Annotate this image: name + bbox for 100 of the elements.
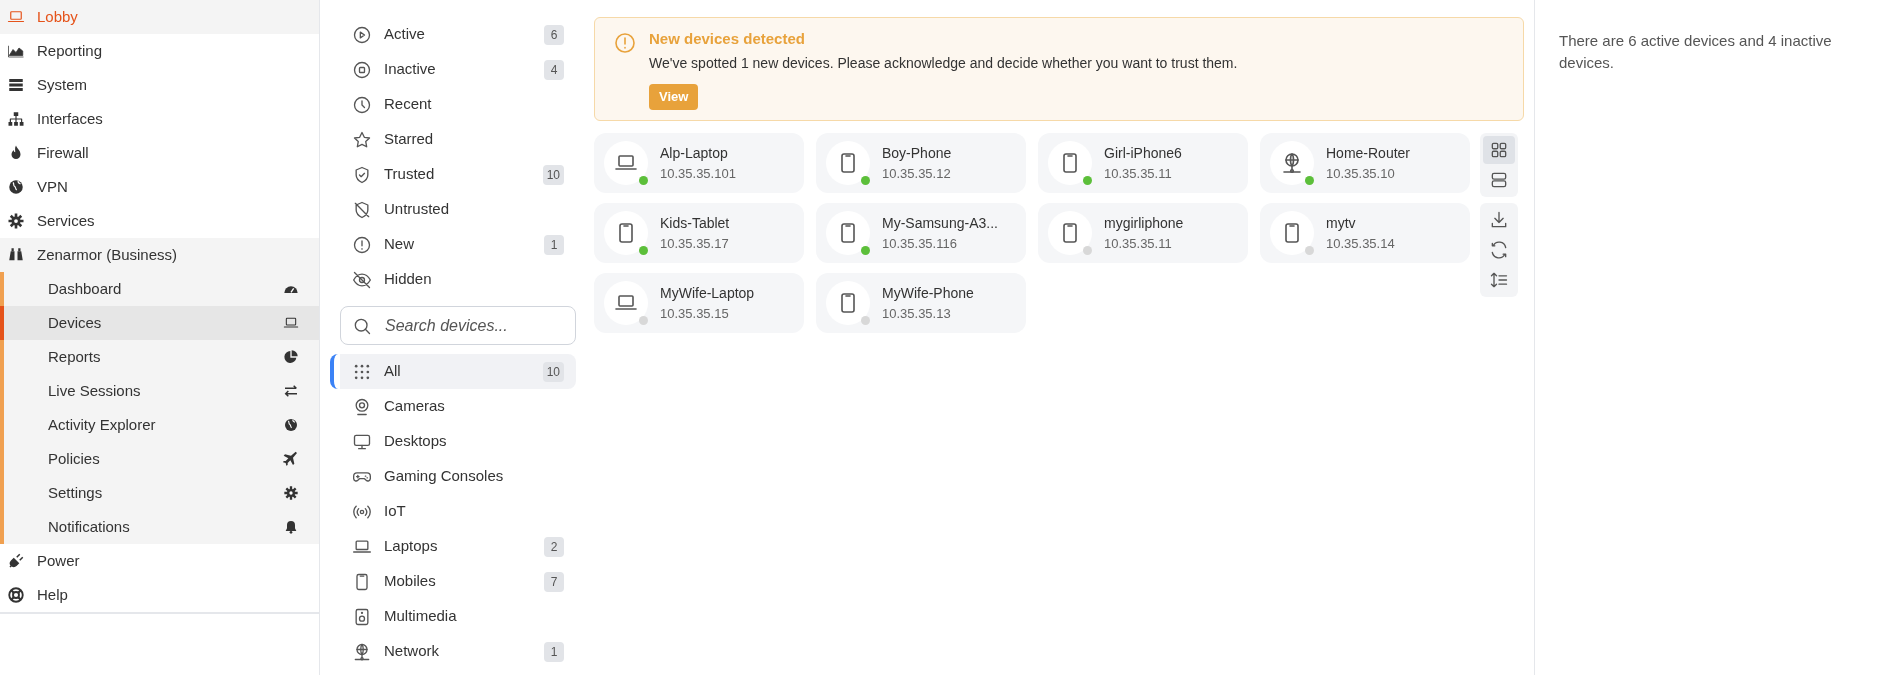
device-card[interactable]: MyWife-Laptop 10.35.35.15 [594,273,804,333]
globe-icon [7,178,25,196]
device-ip: 10.35.35.101 [660,164,736,183]
device-card[interactable]: Girl-iPhone6 10.35.35.11 [1038,133,1248,193]
sidebar-item[interactable]: Reporting [0,34,319,68]
count-badge: 4 [544,59,564,80]
device-ip: 10.35.35.12 [882,164,952,183]
filter-item[interactable]: Active 6 [330,17,576,52]
device-name: Home-Router [1326,143,1411,163]
lifebuoy-icon [7,586,25,604]
sidebar-item[interactable]: Power [0,544,319,578]
gear-icon [283,485,299,501]
device-name: Kids-Tablet [660,213,730,233]
pie-chart-icon [283,349,299,365]
filter-item[interactable]: Recent [330,87,576,122]
device-name: Boy-Phone [882,143,952,163]
sidebar-item[interactable]: Live Sessions [0,374,319,408]
server-icon [7,76,25,94]
search-field[interactable]: Search devices... [340,306,576,345]
device-ip: 10.35.35.11 [1104,234,1173,253]
device-ip: 10.35.35.14 [1326,234,1395,253]
alert-message: We've spotted 1 new devices. Please acknowledge and decide whether you want to trust them. [649,53,1238,73]
device-card[interactable]: MyWife-Phone 10.35.35.13 [816,273,1026,333]
filter-item[interactable]: Desktops [330,424,576,459]
device-card[interactable]: My-Samsung-A3... 10.35.35.116 [816,203,1026,263]
plug-icon [7,552,25,570]
sidebar-item[interactable]: Interfaces [0,102,319,136]
gear-icon [7,212,25,230]
count-badge: 10 [542,164,564,185]
search-icon [352,316,372,336]
list-view-icon [1489,170,1509,190]
count-badge: 7 [544,571,564,592]
grid-view-icon [1489,140,1509,160]
network-icon [1280,151,1304,175]
sort-icon [1489,270,1509,290]
device-card[interactable]: Boy-Phone 10.35.35.12 [816,133,1026,193]
eye-off-icon [352,269,372,290]
filter-item[interactable]: Laptops 2 [330,529,576,564]
filter-item[interactable]: Untrusted [330,192,576,227]
device-name: MyWife-Laptop [660,283,755,303]
filter-item[interactable]: Hidden [330,262,576,297]
count-badge: 6 [544,24,564,45]
download-icon [1489,210,1509,230]
laptop-icon [283,315,299,331]
count-badge: 1 [544,641,564,662]
device-ip: 10.35.35.17 [660,234,730,253]
sidebar-item[interactable]: Policies [0,442,319,476]
device-name: My-Samsung-A3... [882,213,998,233]
filter-item[interactable]: Trusted 10 [330,157,576,192]
device-card[interactable]: mytv 10.35.35.14 [1260,203,1470,263]
globe-icon [283,417,299,433]
sidebar-item[interactable]: Zenarmor (Business) [0,238,319,272]
device-ip: 10.35.35.10 [1326,164,1396,183]
filter-item[interactable]: Inactive 4 [330,52,576,87]
refresh-icon [1489,240,1509,260]
filter-item[interactable]: Gaming Consoles [330,459,576,494]
filter-item[interactable]: Multimedia [330,599,576,634]
device-ip: 10.35.35.13 [882,304,952,323]
sidebar-item[interactable]: VPN [0,170,319,204]
device-card[interactable]: Alp-Laptop 10.35.35.101 [594,133,804,193]
device-card[interactable]: Home-Router 10.35.35.10 [1260,133,1470,193]
bell-icon [283,519,299,535]
filter-item[interactable]: Mobiles 7 [330,564,576,599]
filter-item[interactable]: Cameras [330,389,576,424]
filter-item[interactable]: Network 1 [330,634,576,669]
sidebar-item[interactable]: Reports [0,340,319,374]
filter-item[interactable]: New 1 [330,227,576,262]
sidebar-item[interactable]: Help [0,578,319,612]
device-name: mygirliphone [1104,213,1184,233]
sidebar-item[interactable]: Notifications [0,510,319,544]
stop-icon [352,59,372,80]
device-name: Alp-Laptop [660,143,729,163]
sidebar-item[interactable]: Services [0,204,319,238]
count-badge: 1 [544,234,564,255]
sidebar-item[interactable]: System [0,68,319,102]
sidebar-item[interactable]: Dashboard [0,272,319,306]
sidebar-item[interactable]: Devices [0,306,319,340]
sidebar-item[interactable]: Activity Explorer [0,408,319,442]
play-icon [352,24,372,45]
device-name: MyWife-Phone [882,283,974,303]
device-card[interactable]: mygirliphone 10.35.35.11 [1038,203,1248,263]
device-ip: 10.35.35.15 [660,304,730,323]
count-badge: 10 [542,361,564,382]
clock-icon [352,94,372,115]
shield-off-icon [352,199,372,220]
device-ip: 10.35.35.116 [882,234,958,253]
filter-item[interactable]: Starred [330,122,576,157]
count-badge: 2 [544,536,564,557]
device-name: mytv [1326,213,1357,233]
view-mode-button[interactable] [1483,136,1515,164]
filter-item[interactable]: All 10 [330,354,576,389]
filter-item[interactable]: IoT [330,494,576,529]
summary-text: There are 6 active devices and 4 inactive devices. [1559,31,1833,73]
network-icon [352,641,372,662]
star-icon [352,129,372,150]
device-card[interactable]: Kids-Tablet 10.35.35.17 [594,203,804,263]
sidebar-item[interactable]: Firewall [0,136,319,170]
sidebar-item[interactable]: Settings [0,476,319,510]
device-ip: 10.35.35.11 [1104,164,1173,183]
arrows-icon [283,383,299,399]
